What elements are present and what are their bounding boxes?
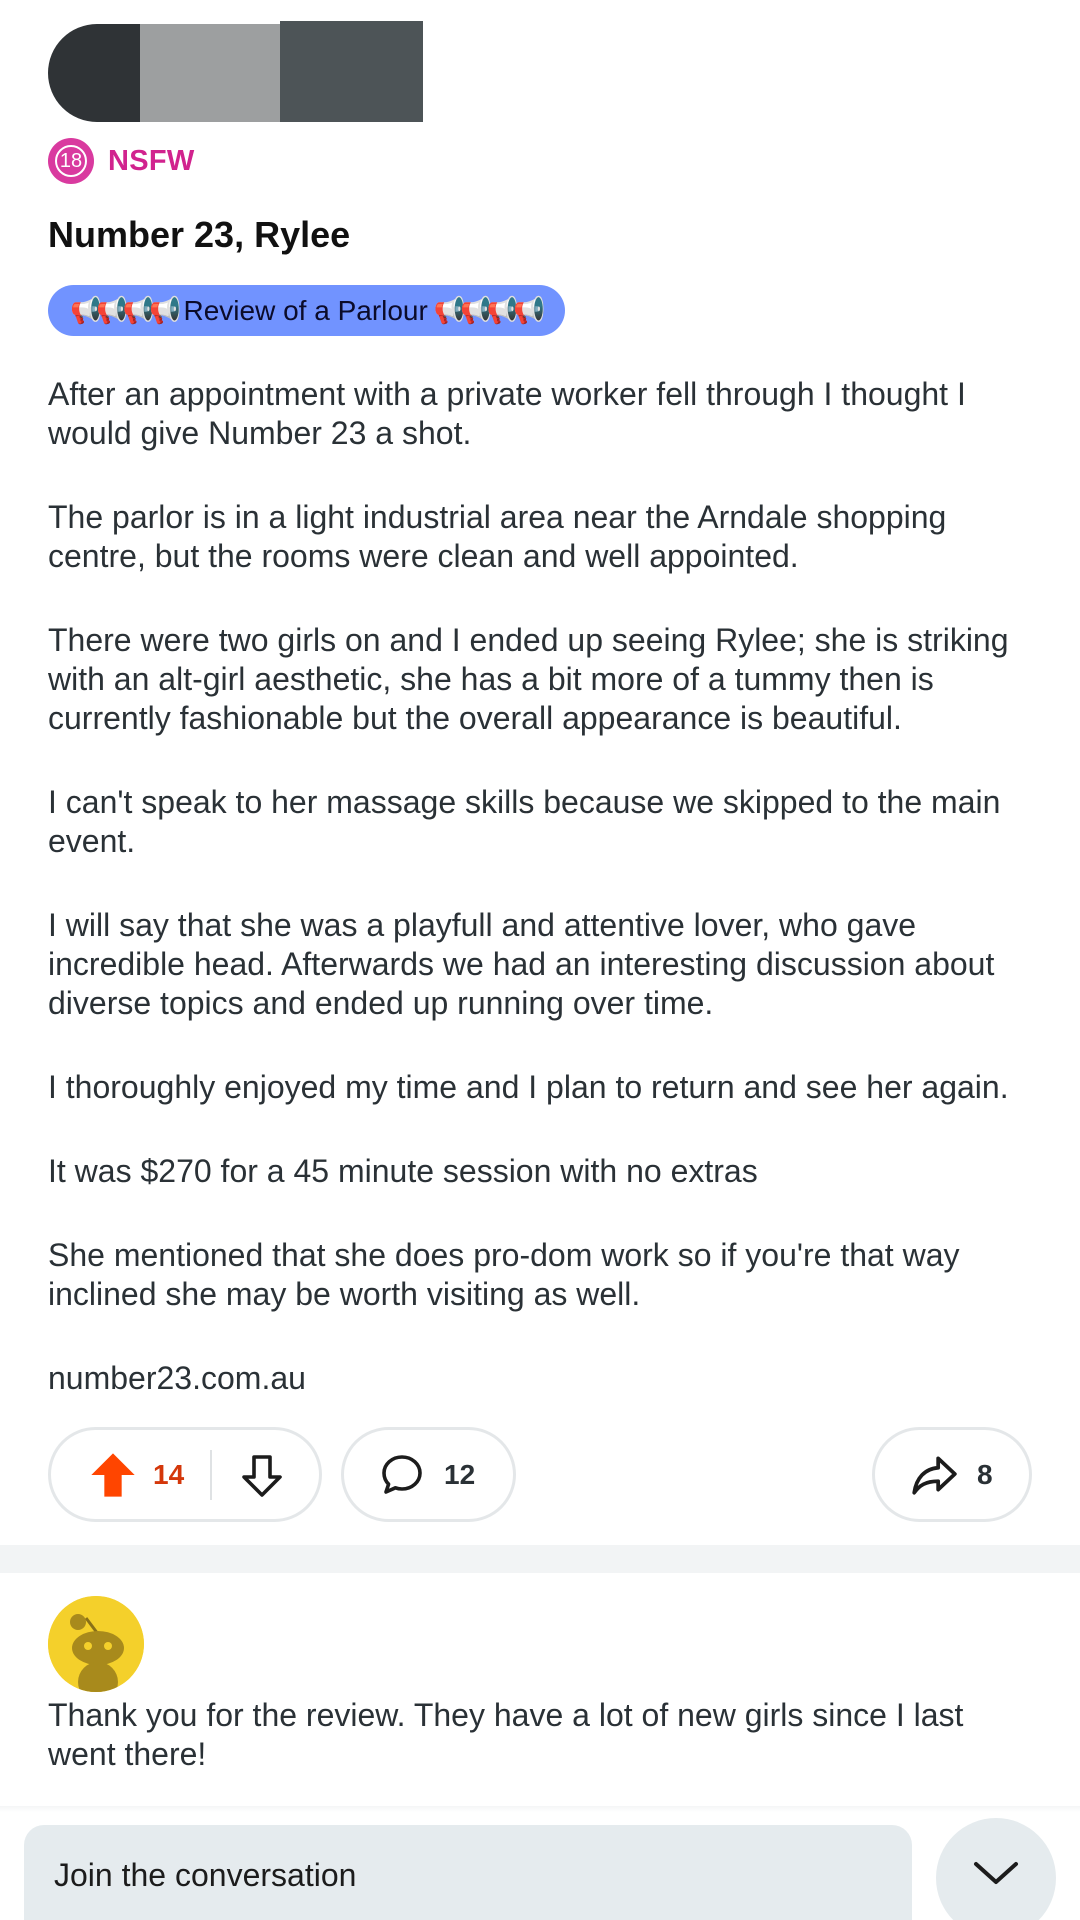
share-button[interactable]: 8 [872,1427,1032,1522]
vote-control: 14 [48,1427,322,1522]
post-paragraph: It was $270 for a 45 minute session with… [48,1153,758,1189]
post-flair[interactable]: 📢📢📢📢 Review of a Parlour 📢📢📢📢 [48,285,566,336]
downvote-arrow-icon[interactable] [238,1451,286,1499]
post-paragraph: After an appointment with a private work… [48,376,966,451]
upvote-arrow-icon[interactable] [87,1449,139,1501]
collapse-button[interactable] [936,1818,1056,1920]
snoo-avatar-icon[interactable] [48,1596,144,1692]
flair-text: Review of a Parlour [183,294,428,326]
nsfw-label: NSFW [108,144,195,177]
nsfw-tag: 18 NSFW [48,138,195,184]
snoo-avatar-graphic [48,1596,144,1692]
post-paragraph: I can't speak to her massage skills beca… [48,784,1001,859]
vote-count: 14 [153,1458,185,1490]
comment-count: 12 [444,1458,476,1490]
post-paragraph: I thoroughly enjoyed my time and I plan … [48,1069,1009,1105]
post-paragraph: There were two girls on and I ended up s… [48,622,1009,736]
nsfw-18-icon: 18 [48,138,94,184]
post-link[interactable]: number23.com.au [48,1359,1038,1398]
composer-shadow [0,1806,1080,1812]
megaphone-emoji-group: 📢📢📢📢 [433,295,545,325]
section-divider [0,1545,1080,1573]
share-arrow-icon [912,1455,957,1495]
comment-body: Thank you for the review. They have a lo… [48,1697,964,1772]
post-title: Number 23, Rylee [48,214,351,255]
redacted-block [280,21,423,122]
post-paragraph: The parlor is in a light industrial area… [48,499,947,574]
megaphone-emoji-group: 📢📢📢📢 [70,295,181,325]
post-paragraph: I will say that she was a playfull and a… [48,907,995,1021]
share-count: 8 [977,1458,993,1490]
comment-bubble-icon [382,1454,422,1494]
post-detail-page: 18 NSFW Number 23, Rylee 📢📢📢📢 Review of … [0,0,1080,1920]
post-paragraph: She mentioned that she does pro-dom work… [48,1237,960,1312]
join-conversation-input[interactable]: Join the conversation [24,1825,912,1920]
vote-divider [210,1449,213,1500]
chevron-down-icon [974,1862,1018,1884]
post-body: After an appointment with a private work… [48,375,1038,1443]
join-conversation-placeholder: Join the conversation [54,1856,357,1893]
comments-button[interactable]: 12 [341,1427,516,1522]
redacted-header [48,18,423,122]
